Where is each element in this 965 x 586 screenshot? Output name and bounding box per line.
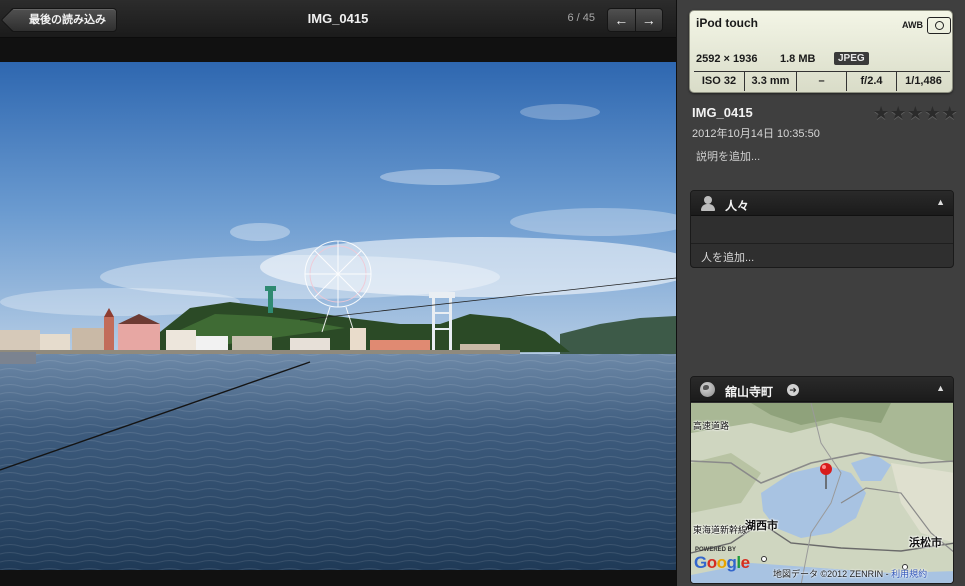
arrow-right-icon: → (641, 12, 656, 28)
map-label-shinkansen: 東海道新幹線 (693, 525, 748, 535)
viewer-toolbar: 最後の読み込み IMG_0415 6 / 45 ← → (0, 0, 676, 38)
photo-nav-group: ← → (607, 8, 663, 32)
add-person-field[interactable]: 人を追加... (701, 249, 754, 265)
format-badge: JPEG (834, 52, 869, 65)
place-section-header[interactable]: 舘山寺町 ➜ ▲ (691, 377, 953, 402)
aperture-value: f/2.4 (846, 72, 896, 91)
photo-image[interactable] (0, 62, 676, 570)
photo-counter: 6 / 45 (567, 12, 595, 24)
previous-photo-button[interactable]: ← (608, 9, 635, 31)
person-icon (700, 196, 716, 211)
map-credit-text: 地図データ ©2012 ZENRIN - (773, 569, 892, 579)
info-panel: iPod touch AWB 2592 × 1936 1.8 MB JPEG I… (676, 0, 965, 586)
camera-info-card: iPod touch AWB 2592 × 1936 1.8 MB JPEG I… (689, 10, 953, 93)
back-button[interactable]: 最後の読み込み (10, 8, 117, 32)
arrow-left-icon: ← (614, 12, 629, 28)
add-description-field[interactable]: 説明を追加... (696, 148, 760, 164)
next-photo-button[interactable]: → (634, 9, 662, 31)
people-section: 人々 ▲ 人を追加... (690, 190, 954, 268)
map-label-kosai: 湖西市 (745, 520, 778, 532)
file-size: 1.8 MB (780, 53, 816, 65)
camera-mode-icon (927, 17, 951, 34)
map-label-hamamatsu: 浜松市 (909, 537, 942, 549)
place-name: 舘山寺町 (725, 385, 774, 399)
exposure-bias-value: – (796, 72, 846, 91)
star-rating[interactable]: ★ ★ ★ ★ ★ (873, 104, 958, 122)
iso-value: ISO 32 (701, 75, 737, 87)
exif-row: ISO 32 3.3 mm – f/2.4 1/1,486 (694, 71, 950, 91)
star-icon[interactable]: ★ (873, 104, 889, 122)
white-balance-label: AWB (902, 20, 923, 30)
star-icon[interactable]: ★ (907, 104, 923, 122)
collapse-triangle-icon[interactable]: ▲ (936, 383, 945, 393)
image-resolution: 2592 × 1936 (696, 53, 758, 65)
map-credit: 地図データ ©2012 ZENRIN - 利用規約 (773, 567, 927, 580)
terms-link[interactable]: 利用規約 (891, 569, 927, 579)
collapse-triangle-icon[interactable]: ▲ (936, 197, 945, 207)
camera-model: iPod touch (696, 16, 758, 30)
people-section-header[interactable]: 人々 ▲ (691, 191, 953, 216)
map-label-expressway: 高速道路 (693, 421, 730, 431)
shutter-speed-value: 1/1,486 (896, 72, 950, 91)
divider (691, 243, 953, 244)
star-icon[interactable]: ★ (924, 104, 940, 122)
focal-length-value: 3.3 mm (744, 72, 796, 91)
star-icon[interactable]: ★ (942, 104, 958, 122)
star-icon[interactable]: ★ (890, 104, 906, 122)
place-section: 舘山寺町 ➜ ▲ 高速道路 東海道新幹線 湖西市 浜松市 POWERED BY … (690, 376, 954, 584)
google-logo: Google (694, 553, 750, 572)
photo-date: 2012年10月14日 10:35:50 (692, 128, 820, 140)
globe-icon (700, 382, 715, 397)
photo-viewer (0, 38, 676, 586)
photo-name[interactable]: IMG_0415 (692, 105, 753, 120)
people-section-title: 人々 (725, 199, 750, 213)
arrow-circle-icon[interactable]: ➜ (787, 384, 799, 396)
